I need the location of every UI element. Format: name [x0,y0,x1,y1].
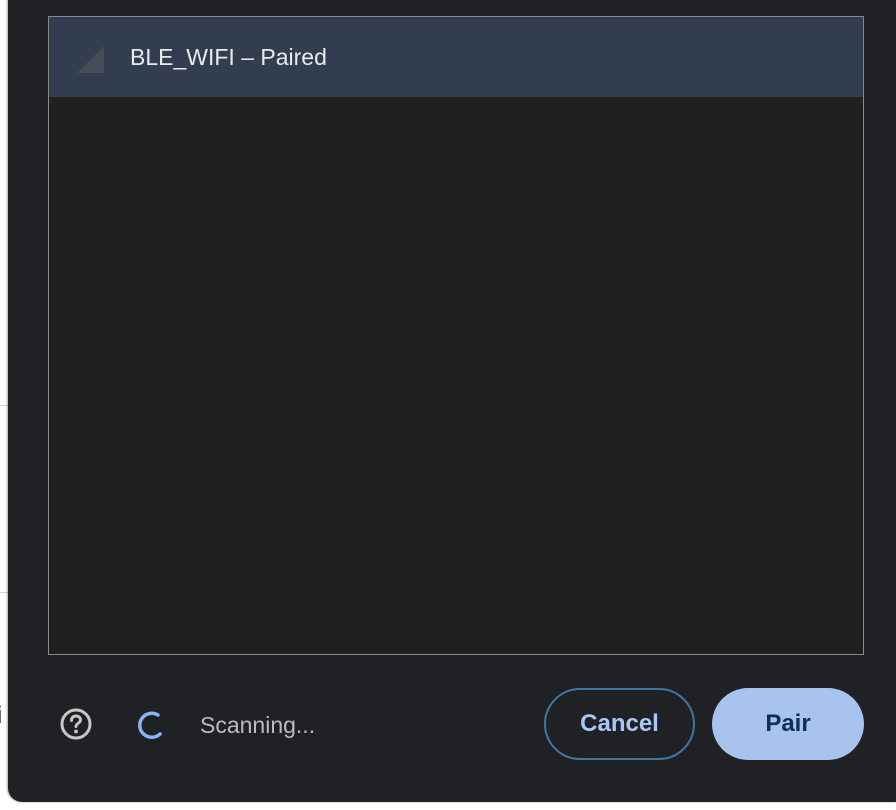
bluetooth-pairing-dialog: BLE_WIFI – Paired Scanning... Cancel Pai… [8,0,896,802]
device-name-label: BLE_WIFI – Paired [130,44,327,70]
signal-strength-icon [77,46,104,73]
device-list[interactable]: BLE_WIFI – Paired [48,16,864,655]
background-divider [0,592,8,593]
cancel-button[interactable]: Cancel [544,688,695,760]
scanning-status: Scanning... [200,712,316,738]
help-circle-icon[interactable] [59,707,93,741]
loading-spinner-icon [138,711,162,739]
device-list-item[interactable]: BLE_WIFI – Paired [49,17,863,97]
background-divider [0,405,8,406]
pair-button[interactable]: Pair [712,688,864,760]
background-text-fragment: i [0,702,2,730]
